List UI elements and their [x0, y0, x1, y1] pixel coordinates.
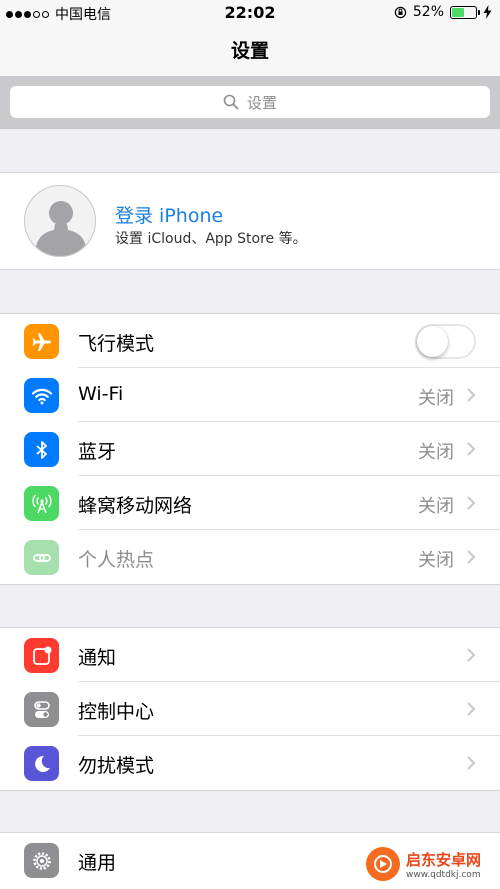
chevron-right-icon [467, 756, 476, 770]
hotspot-icon [24, 540, 59, 575]
do-not-disturb-row[interactable]: 勿扰模式 [0, 736, 500, 790]
bluetooth-status: 关闭 [418, 442, 454, 463]
avatar [24, 185, 96, 257]
cellular-icon [24, 486, 59, 521]
battery-icon [450, 5, 480, 19]
rotation-lock-icon [394, 6, 407, 18]
watermark-url: www.qdtdkj.com [406, 869, 481, 880]
watermark-logo-icon [366, 847, 400, 881]
page-title: 设置 [0, 26, 500, 76]
toggle-knob [417, 326, 448, 357]
airplane-mode-toggle[interactable] [415, 324, 476, 359]
airplane-mode-label: 飞行模式 [78, 333, 155, 355]
control-center-label: 控制中心 [78, 701, 155, 723]
notifications-icon [24, 638, 59, 673]
cellular-row[interactable]: 蜂窝移动网络 关闭 [0, 476, 500, 530]
airplane-mode-row: 飞行模式 [0, 314, 500, 368]
status-bar: 中国电信 22:02 52% [0, 0, 500, 26]
person-silhouette-icon [36, 201, 86, 256]
status-right: 52% [394, 4, 492, 20]
airplane-icon [24, 324, 59, 359]
sign-in-title: 登录 iPhone [115, 205, 224, 227]
notifications-row[interactable]: 通知 [0, 628, 500, 682]
search-input[interactable]: 设置 [10, 86, 490, 118]
cellular-status: 关闭 [418, 496, 454, 517]
site-watermark: 启东安卓网 www.qdtdkj.com [366, 843, 496, 885]
chevron-right-icon [467, 442, 476, 456]
chevron-right-icon [467, 496, 476, 510]
personal-hotspot-row[interactable]: 个人热点 关闭 [0, 530, 500, 584]
do-not-disturb-label: 勿扰模式 [78, 755, 155, 777]
bluetooth-icon [24, 432, 59, 467]
chevron-right-icon [467, 388, 476, 402]
notifications-section: 通知 控制中心 勿扰模式 [0, 627, 500, 791]
control-center-icon [24, 692, 59, 727]
search-area: 设置 [0, 77, 500, 129]
hotspot-status: 关闭 [418, 550, 454, 571]
search-icon [223, 94, 239, 110]
chevron-right-icon [467, 702, 476, 716]
sign-in-row[interactable]: 登录 iPhone 设置 iCloud、App Store 等。 [0, 172, 500, 270]
moon-icon [24, 746, 59, 781]
notifications-label: 通知 [78, 647, 117, 669]
sign-in-subtitle: 设置 iCloud、App Store 等。 [115, 231, 307, 247]
battery-percent: 52% [412, 4, 444, 20]
bluetooth-label: 蓝牙 [78, 441, 117, 463]
hotspot-label: 个人热点 [78, 549, 155, 571]
general-label: 通用 [78, 852, 117, 874]
chevron-right-icon [467, 550, 476, 564]
gear-icon [24, 843, 59, 878]
connectivity-section: 飞行模式 Wi-Fi 关闭 蓝牙 关闭 蜂窝移动网络 关闭 个人热点 关闭 [0, 313, 500, 585]
wifi-row[interactable]: Wi-Fi 关闭 [0, 368, 500, 422]
wifi-status: 关闭 [418, 388, 454, 409]
cellular-label: 蜂窝移动网络 [78, 495, 193, 517]
search-placeholder: 设置 [246, 93, 277, 112]
wifi-label: Wi-Fi [78, 383, 124, 405]
wifi-icon [24, 378, 59, 413]
bluetooth-row[interactable]: 蓝牙 关闭 [0, 422, 500, 476]
watermark-title: 启东安卓网 [406, 850, 482, 869]
control-center-row[interactable]: 控制中心 [0, 682, 500, 736]
chevron-right-icon [467, 648, 476, 662]
charging-bolt-icon [483, 5, 492, 19]
